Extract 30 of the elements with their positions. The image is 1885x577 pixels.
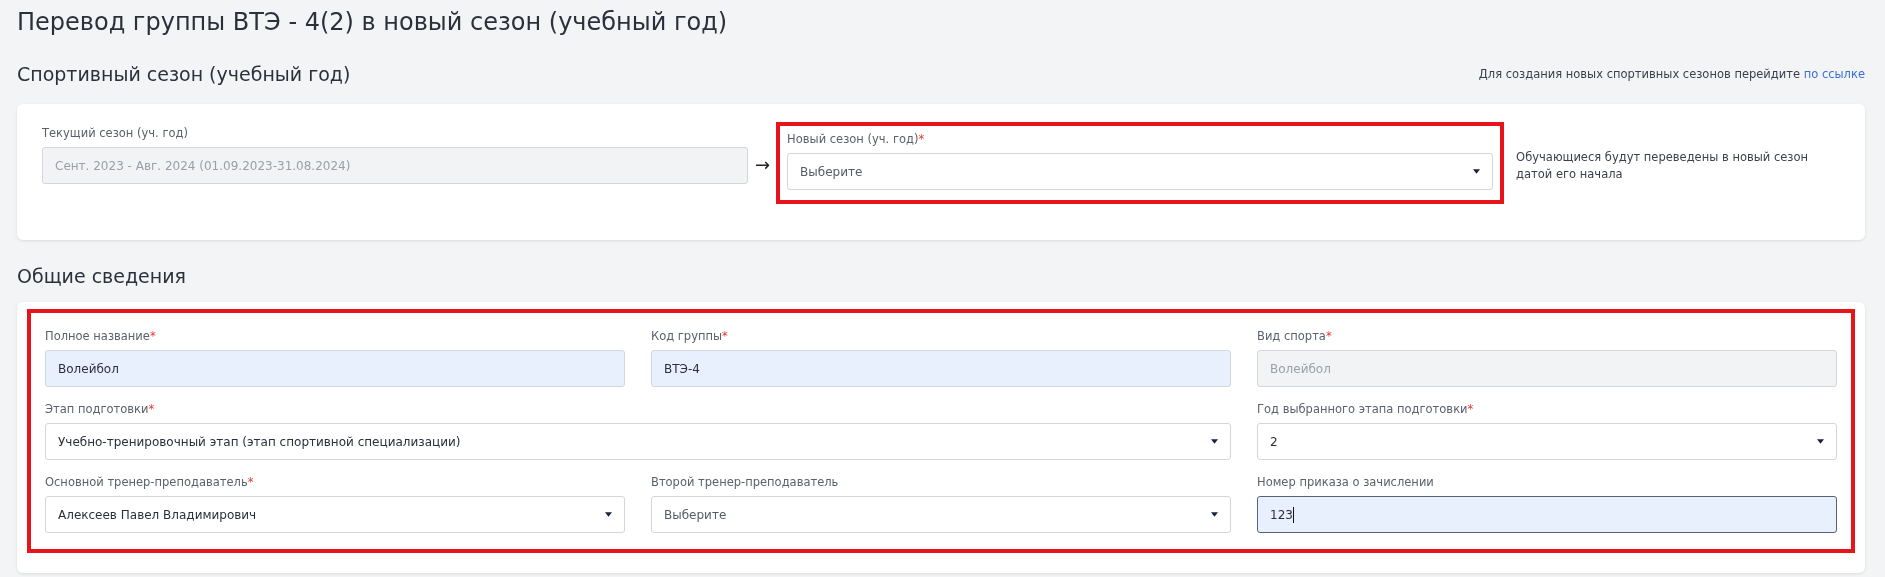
section-title: Общие сведения: [17, 264, 187, 289]
input-field[interactable]: Волейбол: [45, 350, 625, 387]
hint-text: Для создания новых спортивных сезонов перейдите по ссылке: [1478, 67, 1865, 81]
field-label: Номер приказа о зачислении: [1257, 474, 1435, 491]
select-field[interactable]: Алексеев Павел Владимирович: [45, 496, 625, 533]
field-label: Вид спорта*: [1257, 328, 1333, 345]
input-field[interactable]: 123: [1257, 496, 1837, 533]
field-label: Этап подготовки*: [45, 401, 156, 418]
select-field[interactable]: Учебно-тренировочный этап (этап спортивной специализации): [45, 423, 1231, 460]
section-title: Спортивный сезон (учебный год): [17, 63, 351, 85]
field-label: Текущий сезон (уч. год): [42, 125, 189, 142]
caret-icon: [1817, 439, 1824, 444]
note-text: Обучающиеся будут переведены в новый сезон датой его начала: [1516, 149, 1809, 183]
select-field[interactable]: Выберите: [787, 153, 1494, 190]
field-label: Код группы*: [651, 328, 729, 345]
caret-icon: [605, 512, 612, 517]
field-label: Второй тренер-преподаватель: [651, 474, 840, 491]
field-label: Полное название*: [45, 328, 157, 345]
caret-icon: [1211, 439, 1218, 444]
caret-icon: [1473, 169, 1481, 174]
select-field[interactable]: 2: [1257, 423, 1837, 460]
field-label: Основной тренер-преподаватель*: [45, 474, 255, 491]
page-title: Перевод группы ВТЭ - 4(2) в новый сезон (учебный год): [17, 7, 729, 38]
arrow-icon: →: [755, 154, 771, 175]
select-field[interactable]: Выберите: [651, 496, 1231, 533]
caret-icon: [1211, 512, 1218, 517]
link[interactable]: по ссылке: [1803, 67, 1865, 81]
input-field[interactable]: ВТЭ-4: [651, 350, 1231, 387]
field-label: Год выбранного этапа подготовки*: [1257, 401, 1475, 418]
field-label: Новый сезон (уч. год)*: [787, 131, 926, 148]
